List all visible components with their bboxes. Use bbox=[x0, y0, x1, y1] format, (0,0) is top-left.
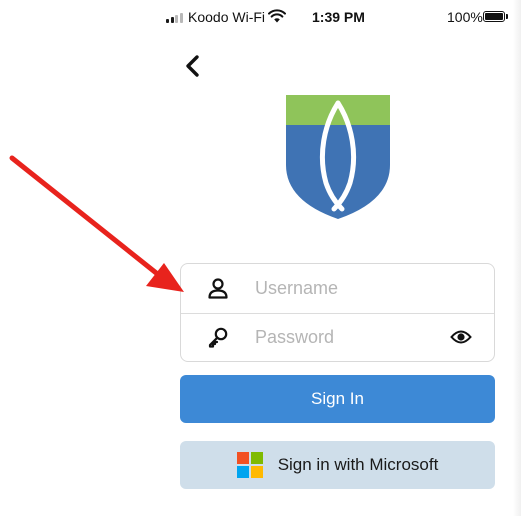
back-chevron-icon[interactable] bbox=[182, 54, 204, 78]
cell-signal-icon bbox=[166, 13, 183, 23]
wifi-icon bbox=[268, 9, 286, 23]
username-input[interactable] bbox=[255, 272, 445, 304]
sign-in-button[interactable]: Sign In bbox=[180, 375, 495, 423]
carrier-label: Koodo Wi-Fi bbox=[188, 9, 266, 25]
microsoft-logo-icon bbox=[236, 452, 263, 478]
status-bar: Koodo Wi-Fi 1:39 PM 100% bbox=[160, 0, 521, 34]
person-icon bbox=[208, 278, 228, 299]
phone-screen: Koodo Wi-Fi 1:39 PM 100% Username Sign I… bbox=[160, 0, 521, 516]
eye-icon[interactable] bbox=[450, 327, 472, 347]
password-input[interactable] bbox=[255, 321, 445, 353]
battery-percent: 100% bbox=[447, 9, 483, 25]
shield-fish-logo bbox=[286, 95, 390, 219]
microsoft-button-label: Sign in with Microsoft bbox=[277, 455, 439, 474]
username-row bbox=[181, 264, 494, 314]
battery-tip bbox=[506, 14, 508, 19]
key-icon bbox=[208, 327, 228, 348]
status-time: 1:39 PM bbox=[312, 9, 365, 25]
battery-icon bbox=[483, 11, 505, 22]
password-row bbox=[181, 313, 494, 362]
credentials-form bbox=[180, 263, 495, 362]
sign-in-microsoft-button[interactable]: Sign in with Microsoft bbox=[180, 441, 495, 489]
